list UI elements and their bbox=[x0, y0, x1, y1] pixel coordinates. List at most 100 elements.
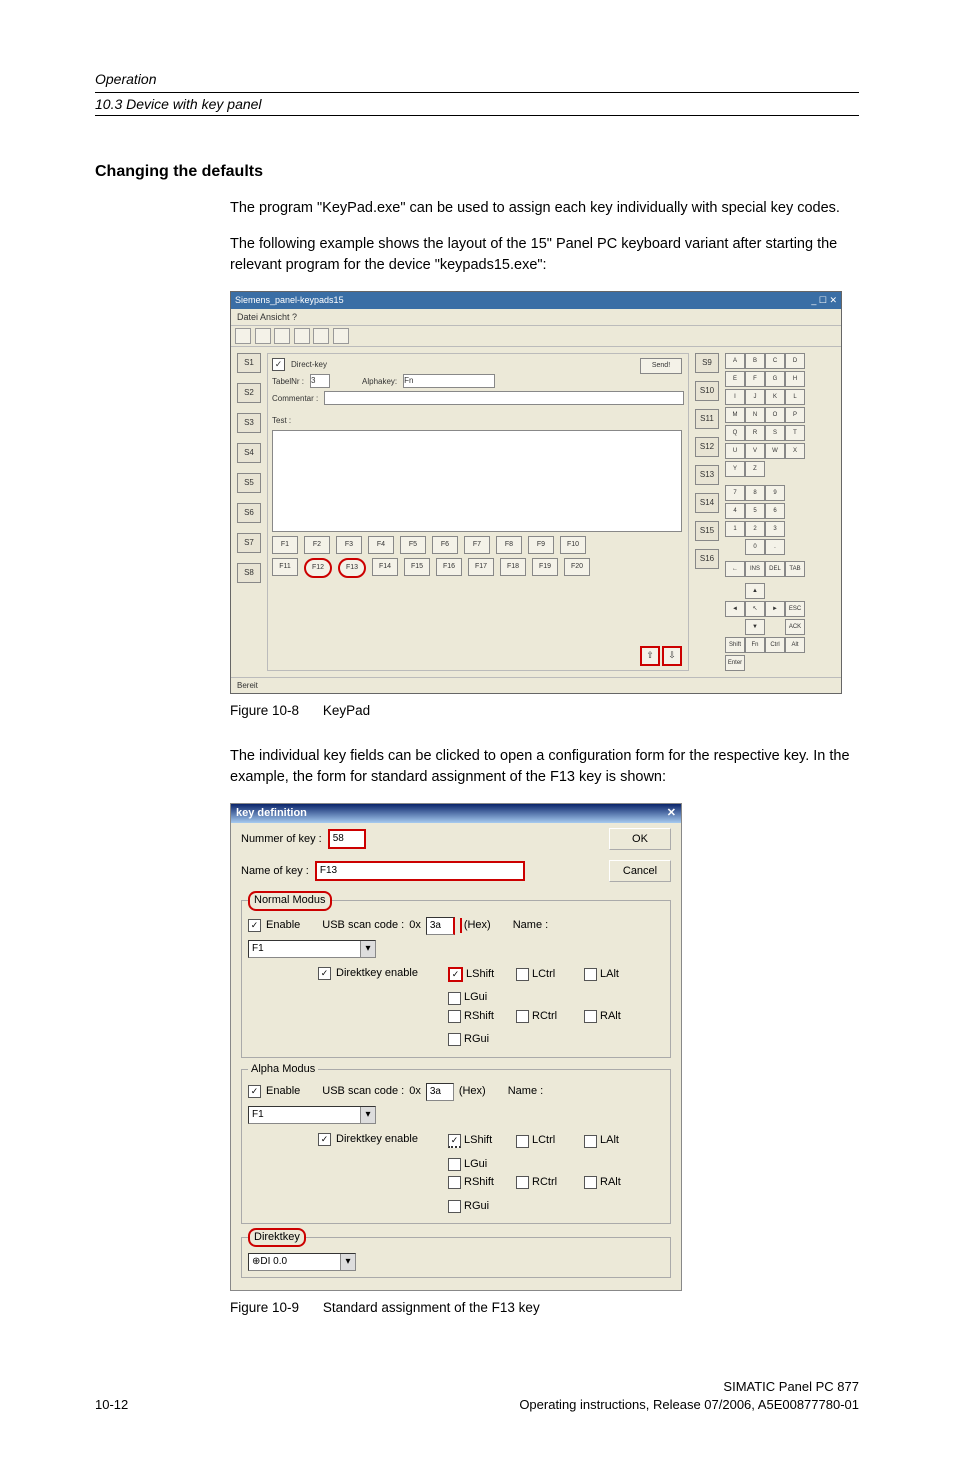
grid-key[interactable]: B bbox=[745, 353, 765, 369]
grid-key[interactable]: 6 bbox=[765, 503, 785, 519]
toolbar-btn[interactable] bbox=[313, 328, 329, 344]
grid-key[interactable]: R bbox=[745, 425, 765, 441]
arrow-up-button[interactable]: ⇧ bbox=[640, 646, 660, 666]
ok-button[interactable]: OK bbox=[609, 828, 671, 850]
grid-key[interactable]: C bbox=[765, 353, 785, 369]
grid-key[interactable]: ◄ bbox=[725, 601, 745, 617]
lalt-checkbox[interactable] bbox=[584, 968, 597, 981]
grid-key[interactable]: Fn bbox=[745, 637, 765, 653]
s-key[interactable]: S8 bbox=[237, 563, 261, 583]
name-select[interactable]: F1▾ bbox=[248, 1106, 376, 1124]
lalt-checkbox[interactable] bbox=[584, 1135, 597, 1148]
grid-key[interactable]: J bbox=[745, 389, 765, 405]
f-key[interactable]: F3 bbox=[336, 536, 362, 554]
grid-key[interactable]: U bbox=[725, 443, 745, 459]
f-key[interactable]: F10 bbox=[560, 536, 586, 554]
grid-key[interactable]: V bbox=[745, 443, 765, 459]
chevron-down-icon[interactable]: ▾ bbox=[360, 941, 375, 957]
s-key[interactable]: S13 bbox=[695, 465, 719, 485]
grid-key[interactable]: 4 bbox=[725, 503, 745, 519]
grid-key[interactable]: ← bbox=[725, 561, 745, 577]
toolbar-btn[interactable] bbox=[255, 328, 271, 344]
lctrl-checkbox[interactable] bbox=[516, 1135, 529, 1148]
f-key-f12[interactable]: F12 bbox=[304, 558, 332, 578]
s-key[interactable]: S9 bbox=[695, 353, 719, 373]
f-key[interactable]: F16 bbox=[436, 558, 462, 576]
grid-key[interactable]: X bbox=[785, 443, 805, 459]
s-key[interactable]: S5 bbox=[237, 473, 261, 493]
rshift-checkbox[interactable] bbox=[448, 1176, 461, 1189]
rctrl-checkbox[interactable] bbox=[516, 1176, 529, 1189]
rctrl-checkbox[interactable] bbox=[516, 1010, 529, 1023]
grid-key[interactable]: ESC bbox=[785, 601, 805, 617]
toolbar-btn[interactable] bbox=[294, 328, 310, 344]
grid-key[interactable]: Y bbox=[725, 461, 745, 477]
grid-key[interactable]: DEL bbox=[765, 561, 785, 577]
f-key[interactable]: F6 bbox=[432, 536, 458, 554]
grid-key[interactable]: I bbox=[725, 389, 745, 405]
grid-key[interactable]: E bbox=[725, 371, 745, 387]
grid-key[interactable]: 2 bbox=[745, 521, 765, 537]
grid-key[interactable]: 9 bbox=[765, 485, 785, 501]
s-key[interactable]: S12 bbox=[695, 437, 719, 457]
close-icon[interactable]: ✕ bbox=[667, 806, 676, 821]
arrow-down-button[interactable]: ⇩ bbox=[662, 646, 682, 666]
grid-key[interactable]: L bbox=[785, 389, 805, 405]
name-select[interactable]: F1▾ bbox=[248, 940, 376, 958]
comment-field[interactable] bbox=[324, 391, 684, 405]
f-key[interactable]: F20 bbox=[564, 558, 590, 576]
scancode-field[interactable]: 3a bbox=[426, 917, 455, 935]
lctrl-checkbox[interactable] bbox=[516, 968, 529, 981]
grid-key[interactable]: 8 bbox=[745, 485, 765, 501]
grid-key[interactable]: ACK bbox=[785, 619, 805, 635]
chevron-down-icon[interactable]: ▾ bbox=[360, 1107, 375, 1123]
grid-key[interactable]: H bbox=[785, 371, 805, 387]
s-key[interactable]: S10 bbox=[695, 381, 719, 401]
scancode-field[interactable]: 3a bbox=[426, 1083, 454, 1101]
grid-key[interactable]: Ctrl bbox=[765, 637, 785, 653]
window-controls[interactable]: _ ☐ ✕ bbox=[811, 294, 837, 307]
f-key[interactable]: F4 bbox=[368, 536, 394, 554]
send-button[interactable]: Send! bbox=[640, 358, 682, 374]
namekey-field[interactable]: F13 bbox=[315, 861, 525, 881]
s-key[interactable]: S14 bbox=[695, 493, 719, 513]
grid-key[interactable]: TAB bbox=[785, 561, 805, 577]
tablenr-field[interactable]: 3 bbox=[310, 374, 330, 388]
rgui-checkbox[interactable] bbox=[448, 1033, 461, 1046]
lgui-checkbox[interactable] bbox=[448, 992, 461, 1005]
grid-key[interactable]: ▲ bbox=[745, 583, 765, 599]
grid-key[interactable]: M bbox=[725, 407, 745, 423]
grid-key[interactable]: 3 bbox=[765, 521, 785, 537]
toolbar-btn[interactable] bbox=[235, 328, 251, 344]
f-key[interactable]: F8 bbox=[496, 536, 522, 554]
f-key[interactable]: F2 bbox=[304, 536, 330, 554]
s-key[interactable]: S16 bbox=[695, 549, 719, 569]
direktkey-select[interactable]: ⊕DI 0.0▾ bbox=[248, 1253, 356, 1271]
test-textarea[interactable] bbox=[272, 430, 682, 532]
grid-key[interactable]: P bbox=[785, 407, 805, 423]
grid-key[interactable]: T bbox=[785, 425, 805, 441]
grid-key[interactable]: 1 bbox=[725, 521, 745, 537]
grid-key[interactable]: A bbox=[725, 353, 745, 369]
s-key[interactable]: S4 bbox=[237, 443, 261, 463]
s-key[interactable]: S6 bbox=[237, 503, 261, 523]
enable-checkbox[interactable] bbox=[248, 919, 261, 932]
f-key[interactable]: F5 bbox=[400, 536, 426, 554]
rgui-checkbox[interactable] bbox=[448, 1200, 461, 1213]
s-key[interactable]: S15 bbox=[695, 521, 719, 541]
directkey-checkbox[interactable] bbox=[272, 358, 285, 371]
lgui-checkbox[interactable] bbox=[448, 1158, 461, 1171]
s-key[interactable]: S2 bbox=[237, 383, 261, 403]
grid-key[interactable]: Alt bbox=[785, 637, 805, 653]
grid-key[interactable]: 7 bbox=[725, 485, 745, 501]
s-key[interactable]: S7 bbox=[237, 533, 261, 553]
grid-key[interactable]: Enter bbox=[725, 655, 745, 671]
rshift-checkbox[interactable] bbox=[448, 1010, 461, 1023]
grid-key[interactable]: ► bbox=[765, 601, 785, 617]
f-key[interactable]: F11 bbox=[272, 558, 298, 576]
grid-key[interactable]: . bbox=[765, 539, 785, 555]
s-key[interactable]: S1 bbox=[237, 353, 261, 373]
numkey-field[interactable]: 58 bbox=[328, 829, 366, 849]
alphakey-field[interactable]: Fn bbox=[403, 374, 495, 388]
grid-key[interactable]: 0 bbox=[745, 539, 765, 555]
